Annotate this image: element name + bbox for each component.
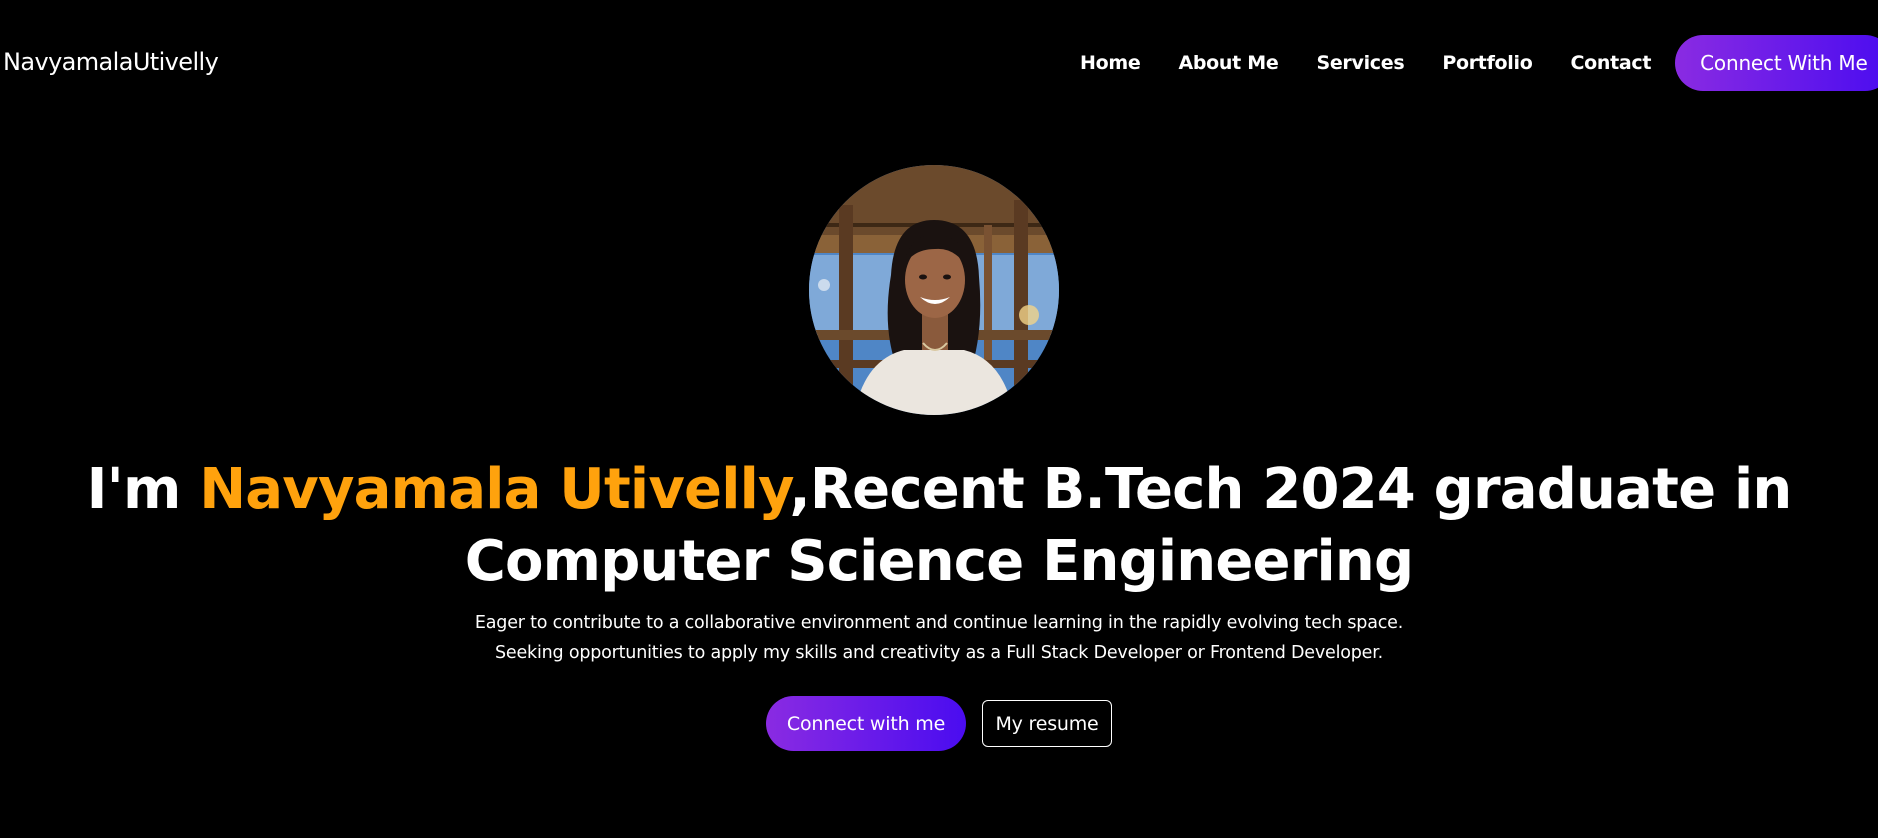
my-resume-button[interactable]: My resume: [982, 700, 1112, 747]
portfolio-page: NavyamalaUtivelly Home About Me Services…: [0, 0, 1878, 838]
profile-photo: [809, 165, 1059, 415]
hero-description-line-2: Seeking opportunities to apply my skills…: [495, 643, 1383, 663]
nav-link-services[interactable]: Services: [1316, 52, 1404, 74]
hero-title: I'm Navyamala Utivelly,Recent B.Tech 202…: [0, 454, 1878, 598]
nav-link-home[interactable]: Home: [1080, 52, 1141, 74]
navbar: NavyamalaUtivelly Home About Me Services…: [0, 34, 1878, 92]
nav-link-portfolio[interactable]: Portfolio: [1442, 52, 1532, 74]
hero-description-line-1: Eager to contribute to a collaborative e…: [474, 613, 1404, 633]
hero-actions: Connect with me My resume: [0, 696, 1878, 751]
brand-logo[interactable]: NavyamalaUtivelly: [3, 48, 219, 76]
hero-title-prefix: I'm: [86, 457, 200, 522]
connect-with-me-button[interactable]: Connect with me: [766, 696, 966, 751]
nav-links: Home About Me Services Portfolio Contact…: [1080, 34, 1878, 92]
hero-title-name: Navyamala Utivelly: [199, 457, 790, 522]
hero-description: Eager to contribute to a collaborative e…: [0, 608, 1878, 668]
nav-link-about-me[interactable]: About Me: [1178, 52, 1278, 74]
connect-with-me-nav-button[interactable]: Connect With Me: [1675, 35, 1878, 91]
nav-link-contact[interactable]: Contact: [1570, 52, 1651, 74]
